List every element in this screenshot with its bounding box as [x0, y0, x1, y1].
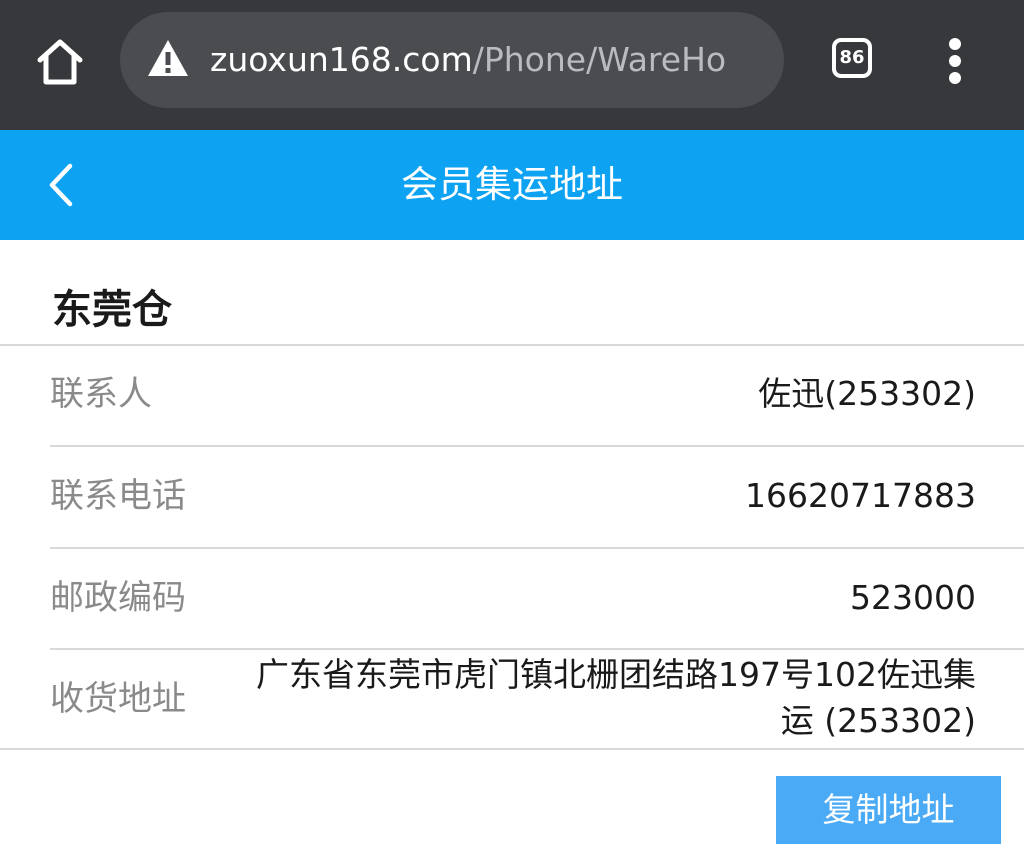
postcode-label: 邮政编码 — [50, 578, 186, 618]
home-icon[interactable] — [34, 36, 86, 88]
address-line-2: 运 (253302) — [780, 701, 976, 740]
divider — [50, 648, 1024, 650]
address-value: 广东省东莞市虎门镇北栅团结路197号102佐迅集 运 (253302) — [216, 652, 976, 744]
page-header: 会员集运地址 — [0, 130, 1024, 240]
divider — [50, 445, 1024, 447]
tabs-count-icon[interactable]: 86 — [832, 38, 872, 78]
chevron-left-icon[interactable] — [40, 160, 80, 210]
address-label: 收货地址 — [50, 679, 186, 719]
warning-icon[interactable] — [146, 38, 190, 78]
url-domain: zuoxun168.com — [210, 40, 473, 79]
warehouse-title: 东莞仓 — [52, 287, 172, 333]
more-vert-icon[interactable] — [946, 38, 964, 84]
phone-label: 联系电话 — [50, 476, 186, 516]
divider — [50, 547, 1024, 549]
copy-address-button[interactable]: 复制地址 — [776, 776, 1001, 844]
url-path: /Phone/WareHo — [472, 40, 727, 79]
divider — [0, 344, 1024, 346]
contact-value: 佐迅(253302) — [758, 374, 976, 413]
phone-value: 16620717883 — [745, 476, 976, 515]
contact-label: 联系人 — [50, 374, 152, 414]
browser-toolbar: zuoxun168.com/Phone/WareHo 86 — [0, 0, 1024, 130]
postcode-value: 523000 — [850, 578, 976, 617]
address-bar[interactable]: zuoxun168.com/Phone/WareHo — [120, 12, 784, 108]
address-line-1: 广东省东莞市虎门镇北栅团结路197号102佐迅集 — [256, 655, 976, 694]
url-text[interactable]: zuoxun168.com/Phone/WareHo — [210, 34, 770, 86]
page-title: 会员集运地址 — [401, 163, 623, 206]
divider — [0, 748, 1024, 750]
